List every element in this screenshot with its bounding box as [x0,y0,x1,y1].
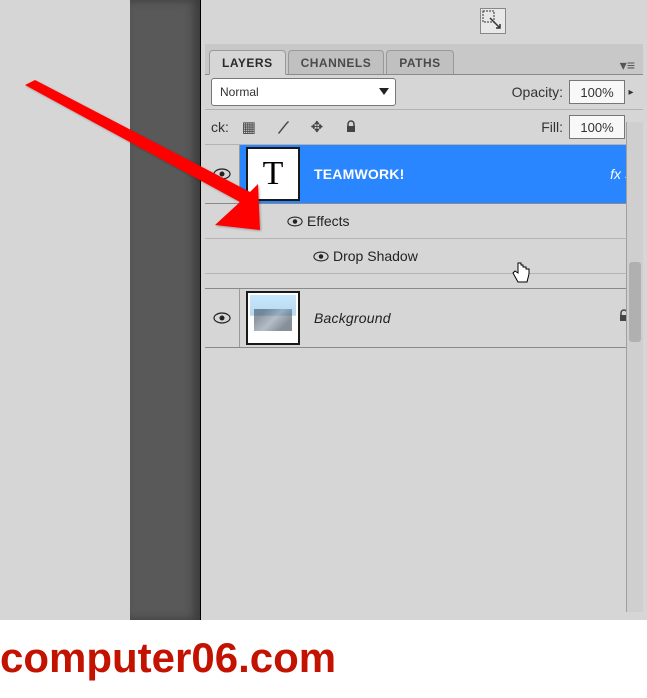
layer-name-label: TEAMWORK! [314,166,404,182]
transform-controls-icon[interactable] [480,8,506,34]
effects-row[interactable]: Effects [205,204,643,239]
visibility-toggle[interactable] [205,289,240,347]
scrollbar-thumb[interactable] [629,262,641,342]
panel-menu-icon[interactable]: ▾≡ [620,57,643,74]
tab-paths[interactable]: PATHS [386,50,453,74]
blend-opacity-row: Normal Opacity: 100% ▸ [205,75,643,110]
visibility-toggle[interactable] [205,145,240,203]
canvas-area[interactable] [130,0,201,620]
opacity-input[interactable]: 100% [569,80,625,104]
panel-tabs: LAYERS CHANNELS PATHS ▾≡ [205,44,643,75]
text-layer-thumbnail[interactable]: T [246,147,300,201]
fill-input[interactable]: 100% [569,115,625,139]
lock-label: ck: [211,119,229,135]
tab-layers[interactable]: LAYERS [209,50,286,75]
layers-panel: LAYERS CHANNELS PATHS ▾≡ Normal Opacity:… [205,44,643,620]
spacer [205,274,643,289]
options-bar [205,0,643,45]
fill-label: Fill: [541,119,563,135]
app-frame: LAYERS CHANNELS PATHS ▾≡ Normal Opacity:… [0,0,647,620]
lock-fill-row: ck: ▦ ✥ Fill: 100% ▸ [205,110,643,145]
opacity-popup-arrow[interactable]: ▸ [625,81,637,103]
layer-name-label: Background [314,310,391,326]
lock-all-icon[interactable] [341,117,361,137]
layer-background[interactable]: Background [205,289,643,348]
drop-shadow-label: Drop Shadow [333,248,418,264]
effects-label: Effects [307,213,350,229]
layer-text-teamwork[interactable]: T TEAMWORK! fx [205,145,643,204]
opacity-label: Opacity: [512,84,563,100]
drop-shadow-row[interactable]: Drop Shadow [205,239,643,274]
chevron-down-icon [379,88,389,95]
lock-transparency-icon[interactable]: ▦ [239,117,259,137]
background-thumbnail[interactable] [246,291,300,345]
panel-scrollbar[interactable] [626,122,643,612]
effects-visibility-icon[interactable] [283,216,307,227]
tab-channels[interactable]: CHANNELS [288,50,385,74]
watermark-text: computer06.com [0,634,647,682]
blend-mode-value: Normal [220,85,259,99]
lock-position-icon[interactable]: ✥ [307,117,327,137]
lock-pixels-icon[interactable] [273,117,293,137]
fx-indicator[interactable]: fx [610,166,621,182]
lock-icons: ▦ ✥ [239,117,361,137]
blend-mode-select[interactable]: Normal [211,78,396,106]
layers-list: T TEAMWORK! fx Effects Drop Shadow [205,145,643,348]
drop-shadow-visibility-icon[interactable] [309,251,333,262]
